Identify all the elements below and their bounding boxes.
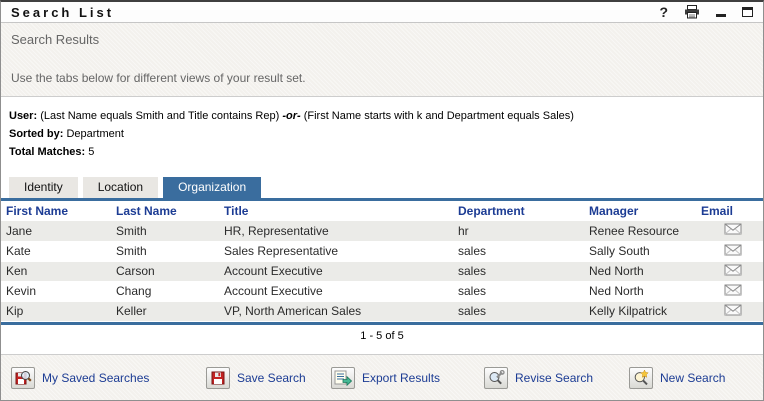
- footer-actions: My Saved Searches Save Search: [1, 354, 763, 400]
- email-icon[interactable]: [696, 241, 764, 261]
- table-row[interactable]: Kevin Chang Account Executive sales Ned …: [1, 281, 764, 301]
- pagination-status: 1 - 5 of 5: [1, 325, 763, 348]
- cell-manager: Ned North: [584, 261, 696, 281]
- cell-manager: Sally South: [584, 241, 696, 261]
- cell-first-name: Ken: [1, 261, 111, 281]
- cell-manager: Ned North: [584, 281, 696, 301]
- user-label: User:: [9, 110, 37, 122]
- cell-first-name: Kate: [1, 241, 111, 261]
- content-area: User: (Last Name equals Smith and Title …: [1, 97, 763, 348]
- cell-department: sales: [453, 241, 584, 261]
- cell-last-name: Keller: [111, 301, 219, 321]
- titlebar-icons: ?: [659, 5, 753, 19]
- table-row[interactable]: Kip Keller VP, North American Sales sale…: [1, 301, 764, 321]
- window-title: Search List: [11, 5, 114, 20]
- total-matches-label: Total Matches:: [9, 146, 85, 158]
- view-tabs: Identity Location Organization: [1, 177, 763, 198]
- tab-identity[interactable]: Identity: [9, 177, 78, 198]
- cell-manager: Renee Resource: [584, 221, 696, 241]
- cell-last-name: Carson: [111, 261, 219, 281]
- sorted-by-value: Department: [66, 128, 123, 140]
- cell-title: VP, North American Sales: [219, 301, 453, 321]
- cell-first-name: Kip: [1, 301, 111, 321]
- cell-department: sales: [453, 281, 584, 301]
- instruction-text: Use the tabs below for different views o…: [11, 71, 753, 85]
- cell-title: Account Executive: [219, 261, 453, 281]
- help-icon[interactable]: ?: [659, 5, 668, 19]
- cell-last-name: Chang: [111, 281, 219, 301]
- tab-organization[interactable]: Organization: [163, 177, 261, 198]
- cell-last-name: Smith: [111, 221, 219, 241]
- results-table: First Name Last Name Title Department Ma…: [1, 201, 764, 322]
- col-header-manager[interactable]: Manager: [584, 201, 696, 221]
- new-search-label: New Search: [660, 371, 725, 385]
- save-search-label: Save Search: [237, 371, 306, 385]
- user-criteria-part2: (First Name starts with k and Department…: [304, 110, 574, 122]
- table-row[interactable]: Ken Carson Account Executive sales Ned N…: [1, 261, 764, 281]
- cell-title: Account Executive: [219, 281, 453, 301]
- table-header-row: First Name Last Name Title Department Ma…: [1, 201, 764, 221]
- criteria-sorted-line: Sorted by: Department: [9, 125, 755, 143]
- my-saved-searches-button[interactable]: My Saved Searches: [11, 367, 149, 389]
- export-results-icon: [331, 367, 355, 389]
- col-header-first-name[interactable]: First Name: [1, 201, 111, 221]
- cell-department: sales: [453, 301, 584, 321]
- search-list-window: Search List ? Search Results Use the tab…: [0, 0, 764, 401]
- revise-search-button[interactable]: Revise Search: [484, 367, 593, 389]
- criteria-matches-line: Total Matches: 5: [9, 143, 755, 161]
- col-header-email[interactable]: Email: [696, 201, 764, 221]
- col-header-title[interactable]: Title: [219, 201, 453, 221]
- email-icon[interactable]: [696, 301, 764, 321]
- col-header-last-name[interactable]: Last Name: [111, 201, 219, 221]
- cell-first-name: Kevin: [1, 281, 111, 301]
- revise-search-label: Revise Search: [515, 371, 593, 385]
- table-row[interactable]: Kate Smith Sales Representative sales Sa…: [1, 241, 764, 261]
- new-search-button[interactable]: New Search: [629, 367, 725, 389]
- saved-searches-icon: [11, 367, 35, 389]
- table-row[interactable]: Jane Smith HR, Representative hr Renee R…: [1, 221, 764, 241]
- print-icon[interactable]: [684, 5, 700, 19]
- email-icon[interactable]: [696, 221, 764, 241]
- export-results-button[interactable]: Export Results: [331, 367, 440, 389]
- cell-title: HR, Representative: [219, 221, 453, 241]
- cell-first-name: Jane: [1, 221, 111, 241]
- new-search-icon: [629, 367, 653, 389]
- or-token: -or-: [282, 110, 300, 122]
- cell-title: Sales Representative: [219, 241, 453, 261]
- search-criteria: User: (Last Name equals Smith and Title …: [1, 97, 763, 161]
- col-header-department[interactable]: Department: [453, 201, 584, 221]
- email-icon[interactable]: [696, 281, 764, 301]
- cell-department: hr: [453, 221, 584, 241]
- user-criteria-part1: (Last Name equals Smith and Title contai…: [40, 110, 279, 122]
- criteria-user-line: User: (Last Name equals Smith and Title …: [9, 107, 755, 125]
- minimize-icon[interactable]: [716, 7, 726, 17]
- sorted-by-label: Sorted by:: [9, 128, 63, 140]
- save-search-button[interactable]: Save Search: [206, 367, 306, 389]
- maximize-icon[interactable]: [742, 7, 753, 17]
- cell-department: sales: [453, 261, 584, 281]
- page-title: Search Results: [11, 32, 753, 47]
- cell-last-name: Smith: [111, 241, 219, 261]
- cell-manager: Kelly Kilpatrick: [584, 301, 696, 321]
- my-saved-searches-label: My Saved Searches: [42, 371, 149, 385]
- revise-search-icon: [484, 367, 508, 389]
- total-matches-value: 5: [88, 146, 94, 158]
- export-results-label: Export Results: [362, 371, 440, 385]
- results-header: Search Results Use the tabs below for di…: [1, 23, 763, 97]
- titlebar: Search List ?: [1, 2, 763, 23]
- save-search-icon: [206, 367, 230, 389]
- email-icon[interactable]: [696, 261, 764, 281]
- tab-location[interactable]: Location: [83, 177, 158, 198]
